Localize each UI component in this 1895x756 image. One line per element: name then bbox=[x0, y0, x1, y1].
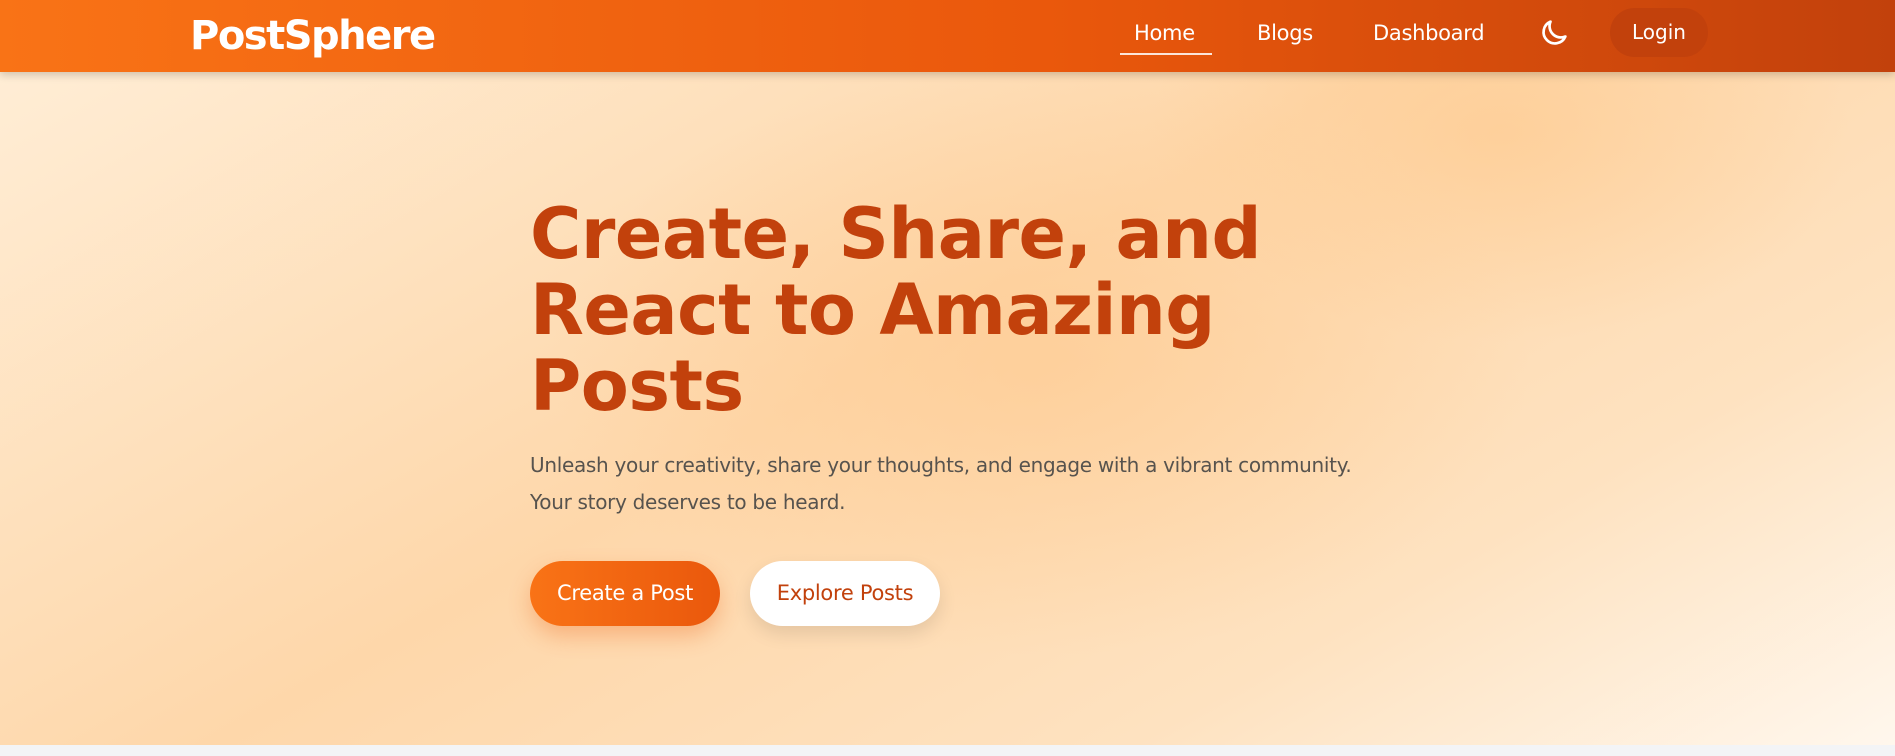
hero-subtitle-line-1: Unleash your creativity, share your thou… bbox=[530, 453, 1352, 477]
top-navbar: PostSphere Home Blogs Dashboard Login bbox=[0, 0, 1895, 72]
theme-toggle-button[interactable] bbox=[1537, 16, 1571, 50]
create-post-button[interactable]: Create a Post bbox=[530, 561, 720, 626]
page-content-edge bbox=[0, 745, 1895, 756]
nav-link-home[interactable]: Home bbox=[1134, 18, 1195, 48]
site-logo[interactable]: PostSphere bbox=[190, 10, 436, 62]
hero-subtitle: Unleash your creativity, share your thou… bbox=[530, 447, 1390, 521]
active-link-underline bbox=[1120, 53, 1212, 55]
hero-section: Create, Share, and React to Amazing Post… bbox=[0, 72, 1895, 745]
nav-link-dashboard[interactable]: Dashboard bbox=[1373, 18, 1485, 48]
nav-link-blogs[interactable]: Blogs bbox=[1257, 18, 1313, 48]
explore-posts-button[interactable]: Explore Posts bbox=[750, 561, 940, 626]
login-button[interactable]: Login bbox=[1610, 8, 1708, 57]
moon-icon bbox=[1542, 20, 1567, 45]
hero-title: Create, Share, and React to Amazing Post… bbox=[530, 193, 1262, 427]
hero-subtitle-line-2: Your story deserves to be heard. bbox=[530, 490, 846, 514]
